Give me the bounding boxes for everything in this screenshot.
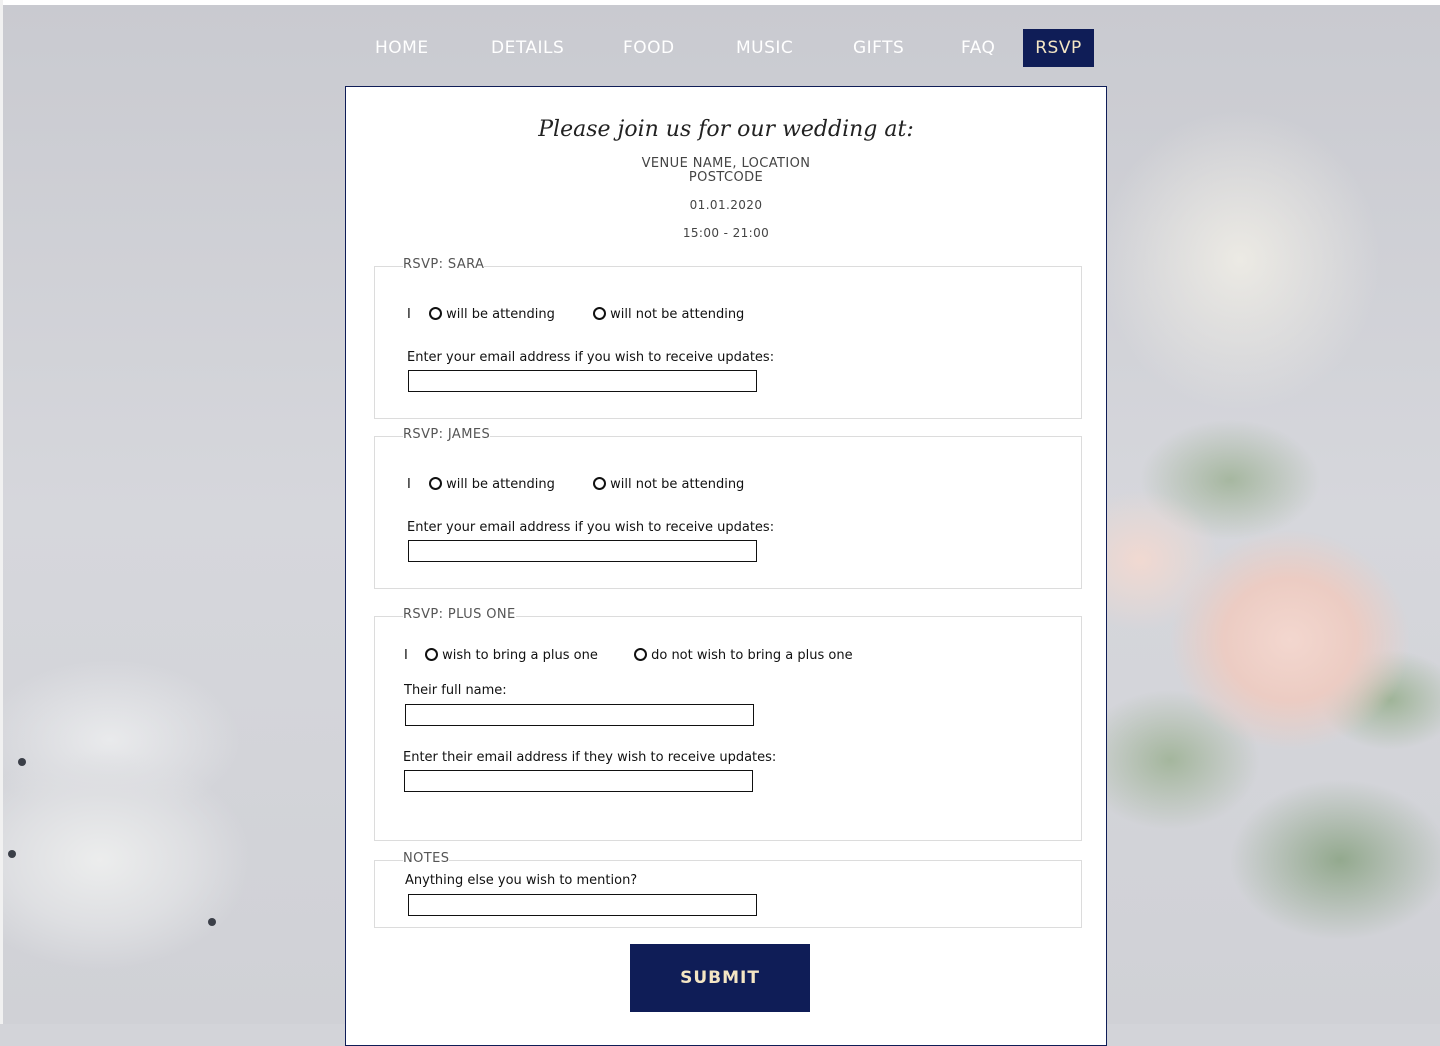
james-attending-radio[interactable]	[429, 477, 443, 490]
venue-name: VENUE NAME, LOCATION	[641, 156, 811, 171]
left-edge	[0, 0, 3, 1024]
event-time: 15:00 - 21:00	[682, 226, 770, 240]
notes-label: Anything else you wish to mention?	[405, 873, 638, 888]
main-nav: HOME DETAILS FOOD MUSIC GIFTS FAQ RSVP	[346, 29, 1108, 67]
rsvp-sara-attendance: I will be attending will not be attendin…	[407, 307, 744, 322]
nav-faq[interactable]: FAQ	[950, 29, 1006, 67]
rsvp-card: Please join us for our wedding at: VENUE…	[345, 86, 1107, 1046]
rsvp-sara-section: RSVP: SARA I will be attending will not …	[374, 257, 1082, 419]
sara-email-label: Enter your email address if you wish to …	[407, 350, 775, 365]
nav-food[interactable]: FOOD	[612, 29, 686, 67]
plus-one-no-label: do not wish to bring a plus one	[651, 648, 853, 663]
rsvp-james-attendance: I will be attending will not be attendin…	[407, 477, 744, 492]
rsvp-sara-legend: RSVP: SARA	[403, 257, 485, 272]
rsvp-james-section: RSVP: JAMES I will be attending will not…	[374, 427, 1082, 589]
sara-not-attending-label: will not be attending	[610, 307, 745, 322]
decor-dot	[8, 850, 16, 858]
sara-not-attending-radio[interactable]	[593, 307, 607, 320]
nav-home[interactable]: HOME	[364, 29, 440, 67]
plus-one-no-radio[interactable]	[634, 648, 648, 661]
plus-one-yes-label: wish to bring a plus one	[442, 648, 598, 663]
sara-attending-radio[interactable]	[429, 307, 443, 320]
nav-details[interactable]: DETAILS	[480, 29, 575, 67]
james-not-attending-radio[interactable]	[593, 477, 607, 490]
james-attending-label: will be attending	[446, 477, 555, 492]
attendance-prefix: I	[407, 477, 411, 492]
event-date: 01.01.2020	[689, 198, 763, 212]
sara-attending-label: will be attending	[446, 307, 555, 322]
submit-button[interactable]: SUBMIT	[630, 944, 810, 1012]
notes-section: NOTES Anything else you wish to mention?	[374, 851, 1082, 928]
rsvp-james-legend: RSVP: JAMES	[403, 427, 491, 442]
james-email-label: Enter your email address if you wish to …	[407, 520, 775, 535]
nav-music[interactable]: MUSIC	[725, 29, 804, 67]
attendance-prefix: I	[407, 307, 411, 322]
invitation-heading: Please join us for our wedding at:	[538, 117, 914, 142]
notes-legend: NOTES	[403, 851, 450, 866]
venue-postcode: POSTCODE	[688, 170, 764, 185]
sara-email-input[interactable]	[408, 370, 757, 392]
plus-one-name-label: Their full name:	[404, 683, 507, 698]
rsvp-plus-one-legend: RSVP: PLUS ONE	[403, 607, 516, 622]
decor-dot	[18, 758, 26, 766]
nav-gifts[interactable]: GIFTS	[842, 29, 915, 67]
plus-one-choice: I wish to bring a plus one do not wish t…	[404, 648, 853, 663]
plus-one-name-input[interactable]	[405, 704, 754, 726]
plus-one-email-input[interactable]	[404, 770, 753, 792]
decor-dot	[208, 918, 216, 926]
plus-one-email-label: Enter their email address if they wish t…	[403, 750, 777, 765]
plus-one-prefix: I	[404, 648, 408, 663]
rsvp-plus-one-section: RSVP: PLUS ONE I wish to bring a plus on…	[374, 607, 1082, 841]
james-email-input[interactable]	[408, 540, 757, 562]
top-edge	[0, 0, 1440, 5]
plus-one-yes-radio[interactable]	[425, 648, 439, 661]
james-not-attending-label: will not be attending	[610, 477, 745, 492]
nav-rsvp[interactable]: RSVP	[1023, 29, 1094, 67]
notes-input[interactable]	[408, 894, 757, 916]
